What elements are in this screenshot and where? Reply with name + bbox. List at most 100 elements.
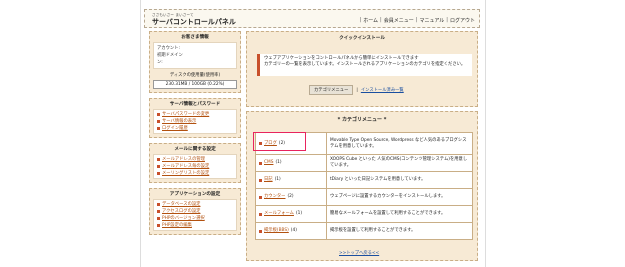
category-name-cell: CMS (1) (255, 154, 327, 172)
nav-separator: | (415, 17, 418, 23)
sidebar-item-mail-address-settings[interactable]: メールアドレス毎の設定 (157, 163, 233, 170)
sidebar-item-label: PHPのバージョン選択 (162, 216, 205, 221)
category-menu-title: * カテゴリメニュー * (337, 117, 387, 123)
mail-settings-links: メールアドレスの管理 メールアドレス毎の設定 メーリングリストの設定 (153, 154, 237, 179)
sidebar-item-label: アクセスログの設定 (162, 209, 201, 214)
category-description: XOOPS Cube といった 人気のCMS(コンテンツ管理システム)を用意して… (326, 154, 473, 172)
sidebar-item-label: メーリングリストの設定 (162, 171, 210, 176)
sidebar-item-access-log[interactable]: アクセスログの設定 (157, 208, 233, 215)
nav-separator: | (446, 17, 448, 23)
category-name: カウンター (2) (259, 194, 323, 200)
bullet-icon (259, 161, 262, 165)
sidebar-item-label: ログイン履歴 (162, 126, 188, 131)
server-info-box: サーバ情報とパスワード サーバパスワードの変更 サーバ情報の表示 ログイン履歴 (149, 98, 241, 138)
category-link[interactable]: 日記 (264, 177, 273, 183)
sidebar-item-label: メールアドレスの管理 (162, 157, 205, 162)
table-row: 日記 (1) tDiary といった日記システムを用意しています。 (255, 171, 473, 189)
category-name-cell: メールフォーム (1) (255, 205, 327, 223)
category-link[interactable]: カウンター (264, 194, 285, 200)
category-name: メールフォーム (1) (259, 211, 323, 217)
mail-settings-title: メールに関する設定 (174, 147, 216, 152)
sidebar-item-server-info[interactable]: サーバ情報の表示 (157, 118, 233, 125)
app-settings-links: データベースの設定 アクセスログの設定 PHPのバージョン選択 PHP設定の編集 (153, 199, 237, 231)
bullet-icon (259, 178, 262, 182)
server-info-links: サーバパスワードの変更 サーバ情報の表示 ログイン履歴 (153, 109, 237, 134)
nav-separator: | (359, 17, 362, 23)
table-row: CMS (1) XOOPS Cube といった 人気のCMS(コンテンツ管理システム… (255, 154, 473, 172)
bullet-icon (157, 203, 160, 206)
category-menu-button[interactable]: カテゴリメニュー (309, 85, 354, 95)
bullet-icon (157, 224, 160, 227)
nav-manual-link[interactable]: マニュアル (419, 17, 444, 24)
customer-info-box: お客さま情報 アカウント: 初期ドメイン ン: ディスクの使用量(使用率) 23… (149, 31, 241, 93)
table-row: メールフォーム (1) 簡易なメールフォームを設置して利用することができます。 (255, 205, 473, 223)
bullet-icon (157, 120, 160, 123)
quick-install-title: クイックインストール (339, 36, 385, 41)
sidebar-item-label: データベースの設定 (162, 202, 201, 207)
bullet-icon (157, 210, 160, 213)
disk-usage-value: 230.31MB / 100GB (0.22%) (153, 80, 237, 89)
table-row: 掲示板(BBS) (4) 掲示板を設置して利用することができます。 (255, 222, 473, 240)
initial-domain-label-cont: ン: (157, 60, 163, 65)
action-separator: | (356, 87, 358, 93)
category-link[interactable]: 掲示板(BBS) (264, 228, 289, 234)
table-row: カウンター (2) ウェブページに設置するカウンターをインストールします。 (255, 188, 473, 206)
category-name: 掲示板(BBS) (4) (259, 228, 323, 234)
category-name-cell: 日記 (1) (255, 171, 327, 189)
app-settings-title: アプリケーションの設定 (169, 192, 221, 197)
nav-home-link[interactable]: ホーム (363, 17, 378, 24)
bullet-icon (157, 165, 160, 168)
category-description: Movable Type Open Source, Wordpress など人気… (326, 132, 473, 155)
category-name: 日記 (1) (259, 177, 323, 183)
nav-logout-link[interactable]: ログアウト (450, 17, 475, 24)
category-description: tDiary といった日記システムを用意しています。 (326, 171, 473, 189)
bullet-icon (259, 229, 262, 233)
sidebar-item-label: PHP設定の編集 (162, 223, 192, 228)
sidebar: お客さま情報 アカウント: 初期ドメイン ン: ディスクの使用量(使用率) 23… (149, 31, 241, 240)
category-count: (4) (290, 228, 297, 233)
customer-info-inner: アカウント: 初期ドメイン ン: (153, 42, 237, 69)
sidebar-item-mailing-list[interactable]: メーリングリストの設定 (157, 170, 233, 177)
sidebar-item-label: メールアドレス毎の設定 (162, 164, 210, 169)
category-name-cell: カウンター (2) (255, 188, 327, 206)
bullet-icon (157, 172, 160, 175)
header-nav: | ホーム | 会員メニュー | マニュアル | ログアウト (360, 17, 476, 24)
category-description: ウェブページに設置するカウンターをインストールします。 (326, 188, 473, 206)
sidebar-item-login-history[interactable]: ログイン履歴 (157, 125, 233, 132)
sidebar-item-php-version[interactable]: PHPのバージョン選択 (157, 215, 233, 222)
app-settings-box: アプリケーションの設定 データベースの設定 アクセスログの設定 PHPのバージョ… (149, 188, 241, 235)
quick-install-panel: クイックインストール ウェブアプリケーションをコントロールパネルから簡単にインス… (246, 31, 478, 107)
nav-separator: | (380, 17, 382, 23)
bullet-icon (259, 195, 262, 199)
disk-usage-label: ディスクの使用量(使用率) (169, 73, 221, 78)
category-count: (1) (295, 211, 303, 216)
mail-settings-box: メールに関する設定 メールアドレスの管理 メールアドレス毎の設定 メーリングリス… (149, 143, 241, 183)
category-count: (1) (274, 177, 281, 182)
category-description: 掲示板を設置して利用することができます。 (326, 222, 473, 240)
sidebar-item-server-password[interactable]: サーバパスワードの変更 (157, 111, 233, 118)
bullet-icon (157, 217, 160, 220)
category-description: 簡易なメールフォームを設置して利用することができます。 (326, 205, 473, 223)
back-to-top-link[interactable]: >>トップへ戻る<< (339, 250, 379, 256)
sidebar-item-label: サーバパスワードの変更 (162, 112, 210, 117)
quick-install-description: ウェブアプリケーションをコントロールパネルから簡単にインストールできます カテゴ… (257, 54, 472, 76)
category-name: CMS (1) (259, 160, 323, 166)
category-link[interactable]: CMS (264, 160, 273, 166)
sidebar-item-database[interactable]: データベースの設定 (157, 201, 233, 208)
bullet-icon (157, 158, 160, 161)
highlight-box (253, 132, 306, 151)
sidebar-item-php-settings[interactable]: PHP設定の編集 (157, 222, 233, 229)
bullet-icon (157, 127, 160, 130)
sidebar-item-mail-address[interactable]: メールアドレスの管理 (157, 156, 233, 163)
account-label: アカウント: (157, 46, 180, 51)
server-info-title: サーバ情報とパスワード (169, 102, 221, 107)
nav-member-menu-link[interactable]: 会員メニュー (384, 17, 414, 24)
sidebar-item-label: サーバ情報の表示 (162, 119, 197, 124)
category-name-cell: 掲示板(BBS) (4) (255, 222, 327, 240)
logo-title: サーバコントロールパネル (152, 18, 236, 26)
initial-domain-label: 初期ドメイン (157, 53, 183, 58)
customer-info-title: お客さま情報 (181, 35, 209, 40)
category-link[interactable]: メールフォーム (264, 211, 294, 217)
bullet-icon (157, 113, 160, 116)
installed-list-link[interactable]: インストール済み一覧 (361, 87, 404, 93)
